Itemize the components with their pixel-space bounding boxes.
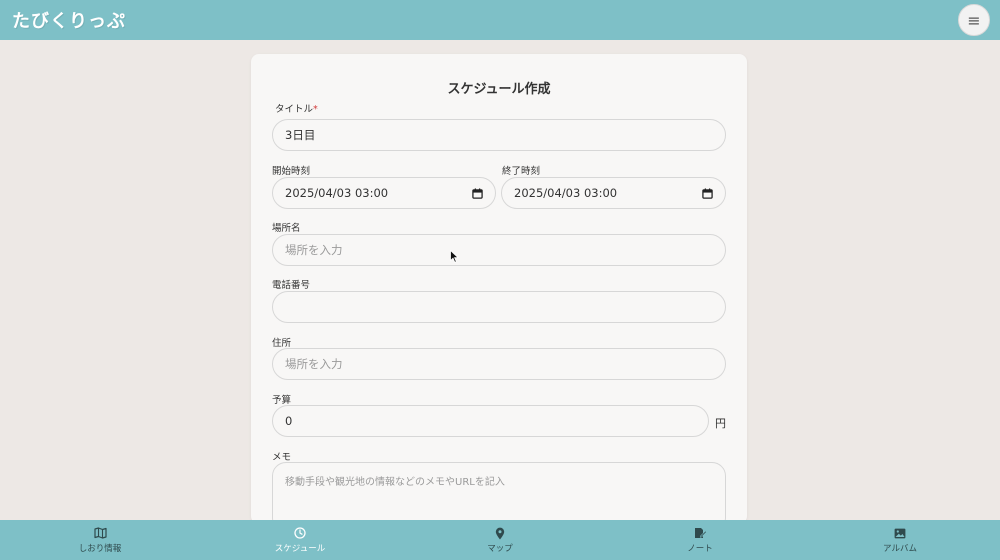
app-header: たびくりっぷ ≡ [0, 0, 1000, 40]
app-logo[interactable]: たびくりっぷ [12, 7, 126, 33]
title-input[interactable]: 3日目 [272, 119, 726, 151]
budget-label: 予算 [272, 395, 292, 406]
start-time-label: 開始時刻 [272, 166, 311, 177]
image-icon [894, 527, 907, 540]
nav-tab-label: しおり情報 [78, 543, 122, 554]
pin-icon [494, 527, 507, 540]
nav-tab-label: スケジュール [274, 543, 326, 554]
form-title: スケジュール作成 [447, 82, 551, 97]
nav-tab-label: マップ [487, 543, 513, 554]
nav-tab-label: アルバム [883, 543, 917, 554]
budget-input[interactable]: 0 [272, 405, 709, 437]
place-label: 場所名 [272, 223, 301, 234]
nav-tab-schedule[interactable]: スケジュール [200, 520, 400, 560]
required-mark: * [313, 104, 318, 115]
end-time-label: 終了時刻 [502, 166, 541, 177]
clock-icon [294, 527, 307, 540]
mouse-cursor-icon [450, 248, 460, 267]
bottom-nav: しおり情報 スケジュール マップ ノート アルバム [0, 520, 1000, 560]
map-icon [93, 527, 107, 540]
address-label: 住所 [272, 338, 292, 349]
calendar-icon[interactable] [471, 187, 483, 199]
memo-label: メモ [272, 452, 292, 463]
nav-tab-itinerary[interactable]: しおり情報 [0, 520, 200, 560]
end-time-input[interactable]: 2025/04/03 03:00 [501, 177, 726, 209]
hamburger-icon: ≡ [967, 10, 981, 30]
nav-tab-map[interactable]: マップ [400, 520, 600, 560]
start-time-input[interactable]: 2025/04/03 03:00 [272, 177, 496, 209]
calendar-icon[interactable] [701, 187, 713, 199]
menu-button[interactable]: ≡ [958, 4, 990, 36]
nav-tab-note[interactable]: ノート [600, 520, 800, 560]
schedule-form-card: スケジュール作成 タイトル* 3日目 開始時刻 2025/04/03 03:00… [251, 54, 747, 532]
phone-input[interactable] [272, 291, 726, 323]
place-input[interactable]: 場所を入力 [272, 234, 726, 266]
nav-tab-album[interactable]: アルバム [800, 520, 1000, 560]
note-icon [694, 527, 707, 540]
nav-tab-label: ノート [687, 543, 713, 554]
address-input[interactable]: 場所を入力 [272, 348, 726, 380]
title-label: タイトル* [275, 104, 318, 115]
phone-label: 電話番号 [272, 280, 311, 291]
currency-unit: 円 [715, 417, 726, 430]
